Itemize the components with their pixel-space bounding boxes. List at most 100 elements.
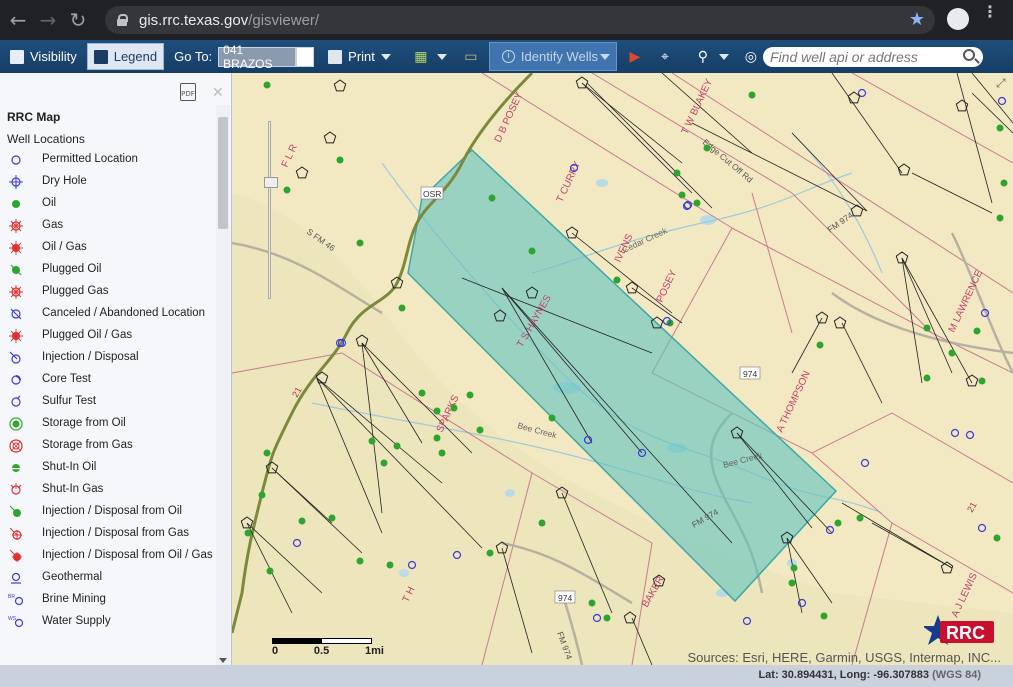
bookmark-star-icon[interactable]: ★ bbox=[909, 9, 925, 30]
expand-icon[interactable]: ⤢ bbox=[996, 76, 1008, 90]
oil-well-marker[interactable] bbox=[788, 579, 796, 587]
back-arrow-icon[interactable]: ← bbox=[3, 5, 33, 35]
search-placeholder: Find well api or address bbox=[770, 49, 918, 65]
chevron-down-icon bbox=[380, 53, 391, 60]
oil-well-marker[interactable] bbox=[923, 324, 931, 332]
zoom-slider[interactable] bbox=[264, 115, 278, 305]
oil-well-marker[interactable] bbox=[973, 327, 981, 335]
legend-item-label: Storage from Gas bbox=[42, 439, 133, 451]
chevron-down-icon[interactable] bbox=[436, 53, 447, 60]
identify-wells-button[interactable]: i Identify Wells bbox=[488, 42, 617, 71]
scroll-down-arrow-icon[interactable] bbox=[219, 658, 227, 663]
oil-well-marker[interactable] bbox=[438, 449, 446, 457]
oil-well-marker[interactable] bbox=[466, 391, 474, 399]
oil-well-marker[interactable] bbox=[433, 434, 441, 442]
legend-item-label: Injection / Disposal from Oil bbox=[42, 505, 182, 517]
oil-well-marker[interactable] bbox=[476, 426, 484, 434]
visibility-button[interactable]: Visibility bbox=[4, 43, 83, 70]
oil-well-marker[interactable] bbox=[693, 199, 701, 207]
oil-well-marker[interactable] bbox=[386, 561, 394, 569]
map-canvas[interactable]: FM 974 FM 974 S FM 46 FM 974 974 974 OSR… bbox=[232, 73, 1013, 665]
legend-item: Plugged Oil / Gas bbox=[0, 328, 215, 350]
well-search-input[interactable]: Find well api or address bbox=[763, 47, 983, 67]
oil-well-marker[interactable] bbox=[450, 404, 458, 412]
oil-well-marker[interactable] bbox=[418, 389, 426, 397]
oil-well-marker[interactable] bbox=[283, 186, 291, 194]
legend-button[interactable]: Legend bbox=[86, 43, 165, 70]
oil-well-marker[interactable] bbox=[816, 341, 824, 349]
scrollbar-thumb[interactable] bbox=[218, 117, 228, 229]
oil-well-marker[interactable] bbox=[263, 81, 271, 89]
oil-well-marker[interactable] bbox=[486, 549, 494, 557]
oil-well-marker[interactable] bbox=[538, 519, 546, 527]
oil-well-marker[interactable] bbox=[790, 564, 798, 572]
oil-well-marker[interactable] bbox=[266, 567, 274, 575]
legend-item: Injection / Disposal from Oil bbox=[0, 504, 215, 526]
oil-well-marker[interactable] bbox=[856, 514, 864, 522]
oil-well-marker[interactable] bbox=[996, 124, 1004, 132]
forward-arrow-icon[interactable]: → bbox=[33, 5, 63, 35]
oil-well-marker[interactable] bbox=[748, 91, 756, 99]
oil-well-marker[interactable] bbox=[328, 514, 336, 522]
oil-well-marker[interactable] bbox=[603, 614, 611, 622]
legend-list: Permitted Location Dry Hole Oil Gas Oil / Ga… bbox=[0, 152, 215, 636]
oil-well-marker[interactable] bbox=[336, 156, 344, 164]
oil-well-marker[interactable] bbox=[356, 557, 364, 565]
legend-item: Sulfur Test bbox=[0, 394, 215, 416]
label-road-osr: OSR bbox=[423, 189, 441, 199]
goto-secondary-input[interactable] bbox=[296, 46, 315, 67]
chevron-down-icon bbox=[599, 53, 610, 60]
oil-well-marker[interactable] bbox=[263, 449, 271, 457]
oil-well-marker[interactable] bbox=[588, 599, 596, 607]
oil-well-marker[interactable] bbox=[923, 374, 931, 382]
oil-well-marker[interactable] bbox=[488, 194, 496, 202]
oil-well-marker[interactable] bbox=[528, 247, 536, 255]
oil-well-marker[interactable] bbox=[368, 437, 376, 445]
oil-well-marker[interactable] bbox=[613, 276, 621, 284]
zoom-knob[interactable] bbox=[264, 177, 278, 188]
oil-well-marker[interactable] bbox=[978, 377, 986, 385]
oil-well-marker[interactable] bbox=[703, 144, 711, 152]
legend-section-title: Well Locations bbox=[7, 132, 85, 146]
basemap-grid-icon[interactable]: ▦ bbox=[411, 47, 431, 67]
oil-well-marker[interactable] bbox=[993, 534, 1001, 542]
plugged-gas-icon bbox=[7, 285, 25, 299]
oil-well-marker[interactable] bbox=[356, 239, 364, 247]
oil-well-marker[interactable] bbox=[433, 407, 441, 415]
coords-text: Lat: 30.894431, Long: -96.307883 bbox=[758, 669, 930, 681]
reload-icon[interactable]: ↻ bbox=[63, 5, 93, 35]
oil-well-marker[interactable] bbox=[948, 349, 956, 357]
oil-well-marker[interactable] bbox=[380, 459, 388, 467]
oil-well-marker[interactable] bbox=[258, 491, 266, 499]
search-icon[interactable] bbox=[963, 49, 975, 61]
profile-avatar[interactable] bbox=[947, 8, 969, 30]
locate-target-icon[interactable]: ◎ bbox=[741, 47, 761, 67]
goto-county-input[interactable]: 041 BRAZOS bbox=[218, 43, 297, 71]
legend-scrollbar[interactable] bbox=[216, 105, 230, 665]
browser-menu-icon[interactable]: ⋮ bbox=[982, 4, 998, 20]
oil-well-marker[interactable] bbox=[1000, 179, 1008, 187]
oil-well-marker[interactable] bbox=[548, 414, 556, 422]
map-view[interactable]: FM 974 FM 974 S FM 46 FM 974 974 974 OSR… bbox=[232, 73, 1013, 665]
oil-well-marker[interactable] bbox=[673, 169, 681, 177]
zoom-icon[interactable]: ⚲ bbox=[693, 47, 713, 67]
toolbox-icon[interactable]: ▭ bbox=[461, 47, 481, 67]
close-icon[interactable]: ✕ bbox=[212, 85, 224, 101]
oil-well-marker[interactable] bbox=[678, 191, 686, 199]
document-icon bbox=[10, 49, 24, 64]
print-button[interactable]: Print bbox=[322, 43, 397, 70]
legend-item: Shut-In Gas bbox=[0, 482, 215, 504]
oil-well-marker[interactable] bbox=[298, 517, 306, 525]
oil-well-marker[interactable] bbox=[820, 612, 828, 620]
oil-well-marker[interactable] bbox=[244, 529, 252, 537]
rrc-logo-text: RRC bbox=[946, 623, 985, 643]
oil-well-marker[interactable] bbox=[834, 519, 842, 527]
oil-well-marker[interactable] bbox=[398, 304, 406, 312]
crosshair-icon[interactable]: ⌖ bbox=[655, 47, 675, 67]
play-icon[interactable]: ▶ bbox=[625, 47, 645, 67]
address-bar[interactable]: gis.rrc.texas.gov /gisviewer/ ★ bbox=[105, 6, 935, 34]
pdf-icon[interactable]: PDF bbox=[180, 83, 196, 101]
oil-well-marker[interactable] bbox=[393, 442, 401, 450]
oil-well-marker[interactable] bbox=[996, 214, 1004, 222]
chevron-down-icon[interactable] bbox=[718, 53, 729, 60]
